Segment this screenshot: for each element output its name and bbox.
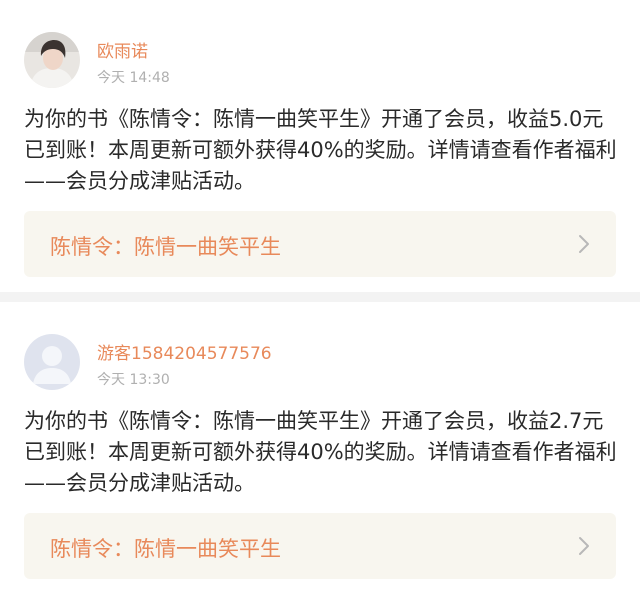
avatar[interactable]	[24, 334, 80, 390]
default-avatar-icon	[24, 334, 80, 390]
avatar[interactable]	[24, 32, 80, 88]
book-title: 陈情令：陈情一曲笑平生	[50, 235, 281, 259]
message-card: 欧雨诺 今天 14:48 为你的书《陈情令：陈情一曲笑平生》开通了会员，收益5.…	[0, 0, 640, 292]
username[interactable]: 游客1584204577576	[97, 339, 272, 364]
message-text: 为你的书《陈情令：陈情一曲笑平生》开通了会员，收益5.0元已到账！本周更新可额外…	[24, 107, 617, 193]
message-card: 游客1584204577576 今天 13:30 为你的书《陈情令：陈情一曲笑平…	[0, 302, 640, 595]
chevron-right-icon	[579, 235, 589, 253]
user-photo-icon	[24, 32, 80, 88]
chevron-right-icon	[579, 537, 589, 555]
username[interactable]: 欧雨诺	[97, 37, 148, 62]
book-title: 陈情令：陈情一曲笑平生	[50, 537, 281, 561]
book-link-button[interactable]: 陈情令：陈情一曲笑平生	[24, 211, 616, 277]
book-link-button[interactable]: 陈情令：陈情一曲笑平生	[24, 513, 616, 579]
timestamp: 今天 14:48	[97, 70, 170, 86]
message-text: 为你的书《陈情令：陈情一曲笑平生》开通了会员，收益2.7元已到账！本周更新可额外…	[24, 409, 617, 495]
timestamp: 今天 13:30	[97, 372, 170, 388]
